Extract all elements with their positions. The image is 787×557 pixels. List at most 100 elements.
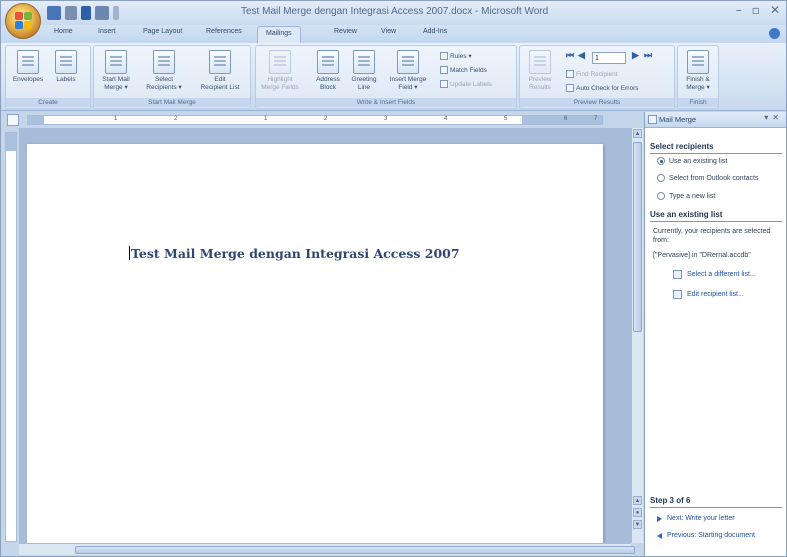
group-start-mail-merge: Start Mail Merge ▾ Select Recipients ▾ E…: [93, 45, 251, 109]
minimize-button[interactable]: –: [736, 3, 742, 17]
horizontal-scroll-thumb[interactable]: [75, 546, 635, 554]
tab-review[interactable]: Review: [334, 28, 357, 35]
vertical-ruler[interactable]: [5, 132, 17, 542]
mail-merge-pane: Mail Merge ▾✕ Select recipients Use an e…: [644, 112, 786, 556]
office-logo-icon: [15, 12, 33, 30]
quick-access-toolbar: [47, 5, 119, 21]
pane-title: Mail Merge: [659, 115, 697, 124]
scroll-down-icon[interactable]: ▼: [633, 520, 642, 529]
edit-list-icon: [209, 50, 231, 74]
ruler-number: 1: [264, 116, 268, 122]
group-title: Preview Results: [520, 98, 674, 107]
scroll-thumb[interactable]: [633, 142, 642, 332]
labels-button[interactable]: Labels: [46, 50, 86, 84]
ruler-number: 2: [324, 116, 328, 122]
ruler-number: 7: [594, 116, 598, 122]
find-recipient-button[interactable]: Find Recipient: [566, 70, 618, 78]
preview-icon: [529, 50, 551, 74]
finish-merge-button[interactable]: Finish & Merge ▾: [678, 50, 718, 91]
tab-insert[interactable]: Insert: [98, 28, 116, 35]
tab-references[interactable]: References: [206, 28, 242, 35]
tab-selector-button[interactable]: [7, 114, 19, 126]
group-title: Write & Insert Fields: [256, 98, 516, 107]
radio-selected-icon: [657, 157, 665, 165]
divider: [650, 221, 782, 222]
window-title: Test Mail Merge dengan Integrasi Access …: [241, 6, 549, 17]
scroll-up-arrow-icon[interactable]: ▲: [633, 496, 642, 505]
use-existing-heading: Use an existing list: [650, 210, 723, 219]
select-different-list-link[interactable]: Select a different list...: [673, 270, 756, 279]
radio-icon: [657, 192, 665, 200]
save-icon[interactable]: [47, 6, 61, 20]
select-recipients-button[interactable]: Select Recipients ▾: [144, 50, 184, 91]
finish-merge-icon: [687, 50, 709, 74]
tab-view[interactable]: View: [381, 28, 396, 35]
print-icon[interactable]: [95, 6, 109, 20]
horizontal-ruler[interactable]: 1 2 1 2 3 4 5 6 7: [27, 115, 603, 125]
insert-field-icon: [397, 50, 419, 74]
highlight-merge-fields-button[interactable]: Highlight Merge Fields: [260, 50, 300, 91]
previous-step-link[interactable]: Previous: Starting document: [657, 532, 755, 539]
ruler-number: 5: [504, 116, 508, 122]
document-page[interactable]: Test Mail Merge dengan Integrasi Access …: [27, 144, 603, 543]
tab-add-ins[interactable]: Add-Ins: [423, 28, 447, 35]
arrow-left-icon: [657, 532, 662, 539]
tab-mailings[interactable]: Mailings: [257, 26, 301, 43]
radio-new-list[interactable]: Type a new list: [657, 192, 715, 200]
envelopes-button[interactable]: Envelopes: [8, 50, 48, 84]
customize-qat-icon[interactable]: [113, 6, 119, 20]
recipients-icon: [153, 50, 175, 74]
insert-merge-field-button[interactable]: Insert Merge Field ▾: [388, 50, 428, 91]
top-margin-shade: [6, 133, 16, 151]
radio-icon: [657, 174, 665, 182]
help-icon[interactable]: [769, 28, 780, 39]
recipients-description: Currently, your recipients are selected …: [653, 228, 771, 244]
redo-icon[interactable]: [81, 6, 91, 20]
tab-page-layout[interactable]: Page Layout: [143, 28, 182, 35]
record-number-input[interactable]: [592, 52, 626, 64]
ruler-number: 3: [384, 116, 388, 122]
maximize-button[interactable]: ▫: [752, 3, 760, 17]
match-fields-button[interactable]: Match Fields: [440, 66, 487, 74]
radio-outlook-contacts[interactable]: Select from Outlook contacts: [657, 174, 758, 182]
start-mail-merge-button[interactable]: Start Mail Merge ▾: [96, 50, 136, 91]
address-block-icon: [317, 50, 339, 74]
pane-close-icon[interactable]: ▾✕: [764, 113, 783, 122]
close-button[interactable]: ✕: [770, 3, 780, 17]
recipients-source: ["Pervasive] in "DRernal.accdb": [653, 252, 751, 259]
address-block-button[interactable]: Address Block: [308, 50, 348, 91]
rules-button[interactable]: Rules ▾: [440, 52, 472, 60]
start-mail-merge-icon: [105, 50, 127, 74]
select-recipients-heading: Select recipients: [650, 142, 714, 151]
greeting-line-icon: [353, 50, 375, 74]
edit-recipient-list-button[interactable]: Edit Recipient List: [200, 50, 240, 91]
group-title: Create: [6, 98, 90, 107]
edit-recipient-list-link[interactable]: Edit recipient list...: [673, 290, 744, 299]
vertical-scrollbar[interactable]: ▲ ▲ ● ▼: [631, 128, 643, 543]
greeting-line-button[interactable]: Greeting Line: [344, 50, 384, 91]
office-button[interactable]: [5, 3, 41, 39]
next-step-link[interactable]: Next: Write your letter: [657, 515, 735, 522]
document-heading[interactable]: Test Mail Merge dengan Integrasi Access …: [129, 246, 460, 261]
match-fields-icon: [440, 66, 448, 74]
ribbon-tabs: Home Insert Page Layout References Maili…: [1, 25, 786, 43]
group-finish: Finish & Merge ▾ Finish: [677, 45, 719, 109]
step-indicator: Step 3 of 6: [650, 496, 691, 505]
tab-home[interactable]: Home: [54, 28, 73, 35]
previous-record-icon[interactable]: ◀: [578, 50, 585, 61]
browse-object-icon[interactable]: ●: [633, 508, 642, 517]
first-record-icon[interactable]: ⏮: [566, 50, 574, 61]
scroll-up-icon[interactable]: ▲: [633, 129, 642, 138]
ruler-number: 4: [444, 116, 448, 122]
ruler-number: 2: [174, 116, 178, 122]
next-record-icon[interactable]: ▶: [632, 50, 639, 61]
last-record-icon[interactable]: ⏭: [644, 50, 652, 61]
update-labels-button[interactable]: Update Labels: [440, 80, 492, 88]
preview-results-button[interactable]: Preview Results: [520, 50, 560, 91]
auto-check-errors-button[interactable]: Auto Check for Errors: [566, 84, 639, 92]
undo-icon[interactable]: [65, 6, 77, 20]
list-icon: [673, 270, 682, 279]
horizontal-scrollbar[interactable]: [19, 543, 635, 555]
radio-existing-list[interactable]: Use an existing list: [657, 157, 727, 165]
group-write-insert-fields: Highlight Merge Fields Address Block Gre…: [255, 45, 517, 109]
